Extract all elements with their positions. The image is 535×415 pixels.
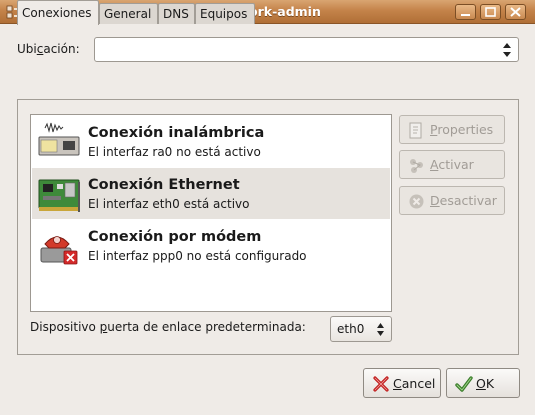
gateway-device-select[interactable]: eth0 — [330, 316, 392, 342]
list-item-modem[interactable]: Conexión por módem El interfaz ppp0 no e… — [32, 220, 390, 271]
deactivate-icon — [409, 194, 424, 209]
tab-label: Equipos — [200, 7, 248, 21]
close-button[interactable] — [505, 4, 526, 20]
connection-name: Conexión inalámbrica — [88, 125, 265, 141]
activate-icon — [410, 159, 423, 173]
list-item-ethernet[interactable]: Conexión Ethernet El interfaz eth0 está … — [32, 168, 390, 219]
location-label: Ubicación: — [17, 42, 80, 56]
tab-label: General — [104, 7, 152, 21]
location-combo[interactable] — [94, 37, 519, 62]
updown-arrows-icon — [377, 323, 384, 336]
tab-general[interactable]: General — [99, 3, 158, 24]
gateway-label: Dispositivo puerta de enlace predetermin… — [30, 320, 306, 334]
ok-icon — [455, 376, 473, 392]
tab-label: Conexiones — [22, 6, 92, 20]
maximize-icon — [485, 7, 496, 17]
connection-status: El interfaz ppp0 no está configurado — [88, 249, 307, 263]
properties-label: Properties — [430, 122, 494, 137]
tab-label: DNS — [163, 7, 189, 21]
updown-arrows-icon — [503, 43, 511, 57]
gateway-value: eth0 — [337, 322, 365, 336]
tab-dns[interactable]: DNS — [158, 3, 195, 24]
minimize-button[interactable] — [455, 4, 476, 20]
close-icon — [510, 7, 521, 17]
ok-button[interactable]: OK — [446, 368, 520, 398]
modem-phone-icon — [40, 236, 78, 265]
activate-button[interactable]: Activar — [399, 150, 505, 179]
connection-status: El interfaz ra0 no está activo — [88, 145, 261, 159]
connections-list[interactable]: Conexión inalámbrica El interfaz ra0 no … — [30, 114, 392, 312]
tab-conexiones[interactable]: Conexiones — [17, 0, 99, 25]
cancel-label: Cancel — [393, 376, 436, 391]
ethernet-card-icon — [38, 179, 80, 212]
activate-label: Activar — [430, 157, 474, 172]
ok-label: OK — [476, 376, 495, 391]
minimize-icon — [461, 14, 470, 16]
deactivate-button[interactable]: Desactivar — [399, 186, 505, 215]
properties-button[interactable]: Properties — [399, 115, 505, 144]
tab-equipos[interactable]: Equipos — [195, 3, 255, 24]
connection-name: Conexión Ethernet — [88, 177, 240, 193]
wireless-card-icon — [38, 122, 80, 156]
connection-name: Conexión por módem — [88, 229, 262, 245]
deactivate-label: Desactivar — [430, 193, 497, 208]
cancel-icon — [373, 376, 389, 392]
list-item-wireless[interactable]: Conexión inalámbrica El interfaz ra0 no … — [32, 116, 390, 167]
maximize-button[interactable] — [480, 4, 501, 20]
properties-icon — [409, 122, 422, 139]
cancel-button[interactable]: Cancel — [363, 368, 441, 398]
connection-status: El interfaz eth0 está activo — [88, 197, 250, 211]
